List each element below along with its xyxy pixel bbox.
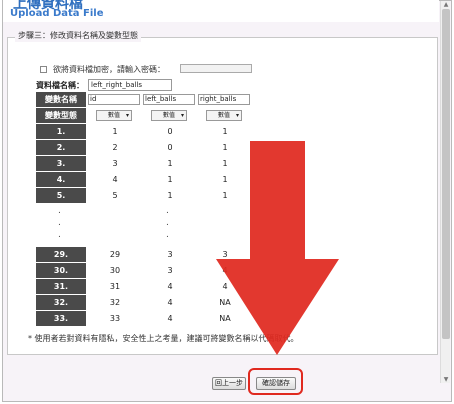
table-cell: 4 <box>143 279 197 294</box>
row-ellipsis: . <box>58 206 61 216</box>
type-row-header: 變數型態 <box>36 108 86 123</box>
panel-legend: 步驟三：修改資料名稱及變數型態 <box>15 30 141 42</box>
row-number: 33. <box>36 311 86 326</box>
variable-name-input[interactable]: id <box>88 94 140 105</box>
cell-ellipsis: . <box>166 206 169 216</box>
encrypt-label: 欲將資料檔加密，請輸入密碼： <box>53 64 165 74</box>
variable-type-select[interactable]: 數值 ▾ <box>151 110 187 121</box>
table-cell: 1 <box>198 124 252 139</box>
variable-name-input[interactable]: right_balls <box>198 94 250 105</box>
table-cell: 1 <box>143 188 197 203</box>
row-number: 5. <box>36 188 86 203</box>
variable-type-value: 數值 <box>217 112 230 119</box>
name-row-header: 變數名稱 <box>36 92 86 107</box>
row-number: 2. <box>36 140 86 155</box>
table-cell: 29 <box>88 247 142 262</box>
table-cell: 3 <box>88 156 142 171</box>
table-cell: 4 <box>88 172 142 187</box>
row-number: 3. <box>36 156 86 171</box>
variable-name-input[interactable]: left_balls <box>143 94 195 105</box>
table-cell: 0 <box>143 124 197 139</box>
row-ellipsis: . <box>58 218 61 228</box>
table-cell: 1 <box>143 172 197 187</box>
scroll-down-arrow-icon[interactable]: ▼ <box>441 376 451 383</box>
filename-input[interactable]: left_right_balls <box>88 79 172 91</box>
row-number: 30. <box>36 263 86 278</box>
grid-header-row-names: 變數名稱 id left_balls right_balls <box>36 92 252 108</box>
table-cell: 0 <box>143 140 197 155</box>
variable-type-select[interactable]: 數值 ▾ <box>206 110 242 121</box>
vertical-scrollbar[interactable]: ▲ ▼ <box>440 1 450 383</box>
variable-type-value: 數值 <box>107 112 120 119</box>
chevron-down-icon: ▾ <box>125 112 129 119</box>
table-cell: 32 <box>88 295 142 310</box>
table-cell: 33 <box>88 311 142 326</box>
encrypt-row: 欲將資料檔加密，請輸入密碼： <box>40 63 165 75</box>
variable-type-select[interactable]: 數值 ▾ <box>96 110 132 121</box>
table-cell: 31 <box>88 279 142 294</box>
table-cell: 1 <box>88 124 142 139</box>
chevron-down-icon: ▾ <box>235 112 239 119</box>
header: 上傳資料檔 Upload Data File <box>3 0 439 22</box>
row-number: 1. <box>36 124 86 139</box>
variable-type-value: 數值 <box>162 112 175 119</box>
cell-ellipsis: . <box>166 218 169 228</box>
encrypt-checkbox[interactable] <box>40 65 47 73</box>
filename-label: 資料檔名稱： <box>36 80 84 90</box>
scroll-thumb[interactable] <box>442 9 450 339</box>
table-cell: 2 <box>88 140 142 155</box>
grid-header-row-types: 變數型態 數值 ▾ 數值 ▾ 數值 ▾ <box>36 108 252 124</box>
filename-row: 資料檔名稱： <box>36 79 84 91</box>
table-cell: 3 <box>143 263 197 278</box>
table-cell: 3 <box>143 247 197 262</box>
table-cell: 30 <box>88 263 142 278</box>
cell-ellipsis: . <box>166 230 169 240</box>
row-ellipsis: . <box>58 230 61 240</box>
back-button[interactable]: 回上一步 <box>212 377 246 390</box>
page-subtitle: Upload Data File <box>10 8 104 19</box>
table-cell: 4 <box>143 311 197 326</box>
chevron-down-icon: ▾ <box>180 112 184 119</box>
row-number: 29. <box>36 247 86 262</box>
row-number: 4. <box>36 172 86 187</box>
row-number: 31. <box>36 279 86 294</box>
arrow-down-icon <box>216 141 339 355</box>
table-cell: 1 <box>143 156 197 171</box>
confirm-highlight <box>248 368 303 395</box>
table-cell: 5 <box>88 188 142 203</box>
password-input[interactable] <box>180 64 252 73</box>
row-number: 32. <box>36 295 86 310</box>
table-row: 1. 1 0 1 <box>36 124 252 140</box>
scroll-up-arrow-icon[interactable]: ▲ <box>441 1 451 8</box>
table-cell: 4 <box>143 295 197 310</box>
